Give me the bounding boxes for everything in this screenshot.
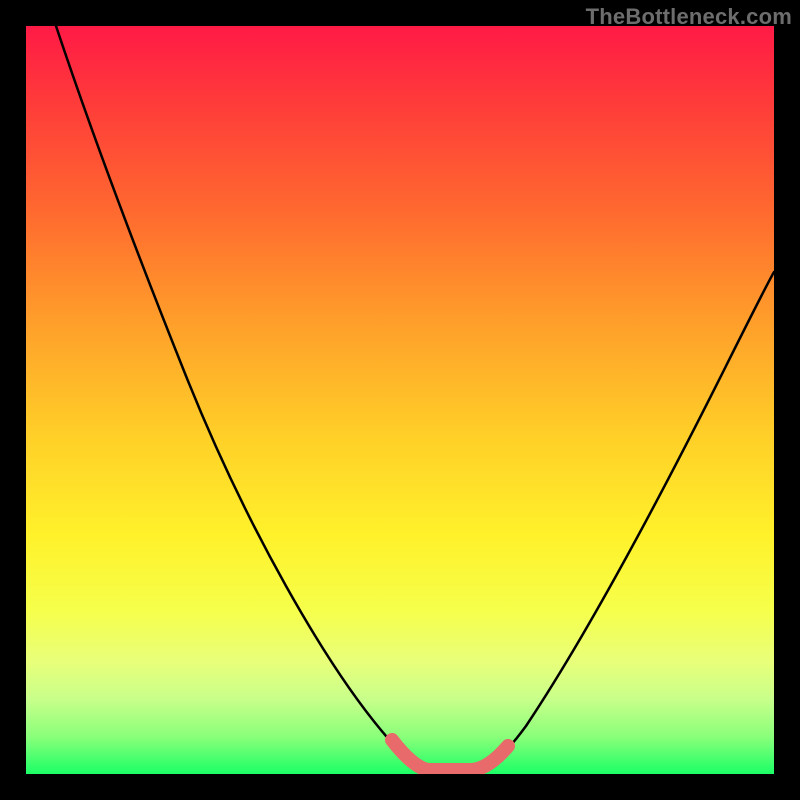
bottleneck-curve	[56, 26, 774, 771]
bottom-highlight	[392, 740, 508, 770]
bottleneck-curve-svg	[26, 26, 774, 774]
plot-area	[26, 26, 774, 774]
watermark-text: TheBottleneck.com	[586, 4, 792, 30]
chart-frame: TheBottleneck.com	[0, 0, 800, 800]
